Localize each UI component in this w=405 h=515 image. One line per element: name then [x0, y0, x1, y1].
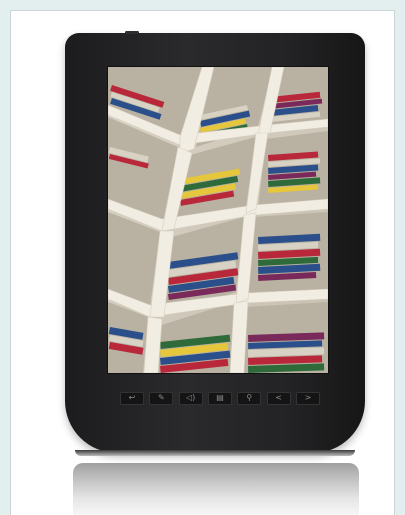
bookshelf-image — [108, 67, 328, 373]
device-button-bar: ↩ ✎ ◁) ▤ ⚲ < > — [120, 390, 320, 406]
volume-icon-glyph: ◁) — [186, 393, 196, 402]
device-reflection — [73, 463, 359, 515]
volume-icon[interactable]: ◁) — [178, 391, 203, 405]
device-bottom-edge — [75, 450, 355, 456]
back-icon-glyph: ↩ — [128, 393, 136, 402]
search-icon-glyph: ⚲ — [246, 393, 253, 402]
previous-page-icon[interactable]: < — [266, 391, 291, 405]
menu-icon-glyph: ▤ — [216, 393, 224, 402]
edit-icon-glyph: ✎ — [157, 393, 165, 402]
next-page-icon-glyph: > — [304, 393, 312, 402]
photo-frame: ↩ ✎ ◁) ▤ ⚲ < > — [10, 10, 395, 515]
back-icon[interactable]: ↩ — [120, 391, 144, 405]
previous-page-icon-glyph: < — [275, 393, 282, 402]
next-page-icon[interactable]: > — [295, 391, 320, 405]
edit-icon[interactable]: ✎ — [149, 391, 174, 405]
search-icon[interactable]: ⚲ — [237, 391, 262, 405]
ereader-screen — [107, 66, 329, 374]
ereader-device: ↩ ✎ ◁) ▤ ⚲ < > — [65, 31, 365, 456]
menu-icon[interactable]: ▤ — [207, 391, 232, 405]
power-button[interactable] — [125, 31, 139, 34]
